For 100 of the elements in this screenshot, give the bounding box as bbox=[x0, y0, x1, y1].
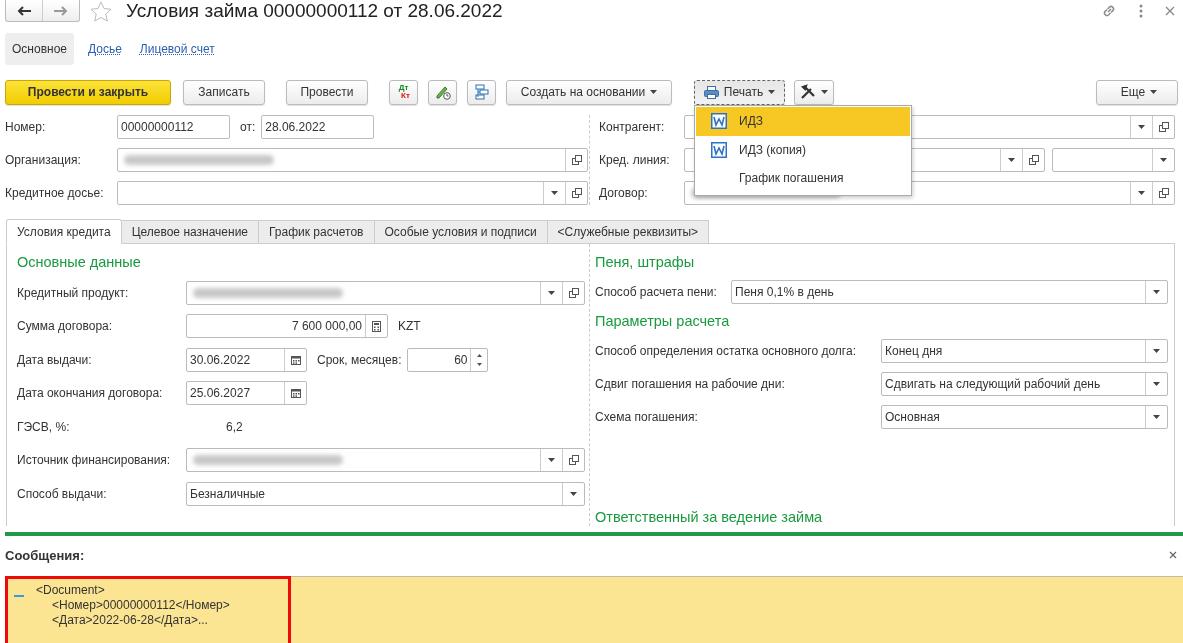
input-field[interactable]: Основная bbox=[881, 405, 1168, 429]
open-icon bbox=[1158, 122, 1169, 132]
caret-icon bbox=[1153, 415, 1160, 419]
field-label: Номер: bbox=[5, 120, 47, 134]
message-line: <Номер>00000000112</Номер> bbox=[51, 598, 230, 613]
menu-item[interactable]: График погашения bbox=[695, 164, 911, 192]
caret-icon bbox=[650, 90, 658, 94]
toolbar-button[interactable]: Провести bbox=[286, 79, 368, 105]
up-down-icon bbox=[477, 352, 482, 367]
currency-label: KZT bbox=[398, 319, 421, 333]
calculator-icon bbox=[372, 320, 381, 332]
post-and-close-button[interactable]: Провести и закрыть bbox=[5, 79, 171, 105]
calendar-icon bbox=[290, 388, 301, 398]
field-label: Кред. линия: bbox=[599, 153, 671, 167]
messages-title: Сообщения: bbox=[5, 547, 85, 563]
input-field[interactable] bbox=[117, 148, 588, 172]
menu-item[interactable]: ИДЗ (копия) bbox=[695, 135, 911, 165]
field-label: Кредитное досье: bbox=[5, 186, 105, 200]
message-line: <Дата>2022-06-28</Дата>... bbox=[51, 613, 209, 628]
close-icon[interactable] bbox=[1169, 551, 1177, 559]
input-field[interactable] bbox=[117, 181, 588, 205]
tab[interactable]: <Служебные реквизиты> bbox=[547, 220, 710, 244]
caret-icon bbox=[548, 458, 555, 462]
debit-credit-button[interactable]: Дт Кт bbox=[389, 79, 418, 105]
toolbar-button[interactable]: Записать bbox=[183, 79, 265, 105]
section-tab[interactable]: Лицевой счет bbox=[139, 33, 215, 65]
field-label: Кредитный продукт: bbox=[17, 285, 130, 300]
tab[interactable]: Особые условия и подписи bbox=[374, 220, 548, 244]
caret-icon bbox=[821, 90, 828, 94]
field-label: Контрагент: bbox=[599, 120, 666, 134]
field-label: Сдвиг погашения на рабочие дни: bbox=[595, 377, 786, 391]
link-icon[interactable] bbox=[1101, 3, 1117, 19]
tools-button[interactable] bbox=[794, 79, 834, 105]
caret-icon bbox=[1153, 290, 1160, 294]
printer-icon bbox=[703, 85, 719, 99]
print-button[interactable]: Печать bbox=[694, 79, 785, 105]
tab[interactable]: График расчетов bbox=[259, 220, 375, 244]
input-field[interactable]: Безналичные bbox=[186, 481, 585, 506]
input-field[interactable]: 25.06.2027 bbox=[186, 381, 307, 405]
input-field[interactable]: Пеня 0,1% в день bbox=[731, 280, 1168, 304]
field-label: Способ расчета пени: bbox=[595, 285, 718, 299]
input-field[interactable]: Сдвигать на следующий рабочий день bbox=[881, 372, 1168, 396]
open-icon bbox=[1158, 188, 1169, 198]
caret-icon bbox=[1138, 191, 1145, 195]
input-field[interactable]: 28.06.2022 bbox=[261, 115, 375, 139]
window-title: Условия займа 00000000112 от 28.06.2022 bbox=[126, 0, 503, 22]
input-field[interactable]: 00000000112 bbox=[117, 115, 230, 139]
open-icon bbox=[571, 155, 582, 165]
input-field[interactable] bbox=[186, 448, 585, 472]
field-label: от: bbox=[240, 120, 256, 134]
caret-icon bbox=[1153, 382, 1160, 386]
more-button[interactable]: Еще bbox=[1096, 79, 1178, 105]
caret-icon bbox=[768, 90, 776, 94]
create-based-on-button[interactable]: Создать на основании bbox=[506, 79, 672, 105]
more-icon[interactable] bbox=[1139, 4, 1143, 18]
field-label: Дата окончания договора: bbox=[17, 386, 164, 400]
group-heading: Основные данные bbox=[17, 254, 142, 271]
caret-icon bbox=[1138, 125, 1145, 129]
caret-icon bbox=[1008, 158, 1015, 162]
group-heading: Ответственный за ведение займа bbox=[595, 509, 824, 526]
field-label: Срок, месяцев: bbox=[317, 352, 402, 367]
caret-icon bbox=[1150, 90, 1158, 94]
input-field[interactable]: 7 600 000,00 bbox=[186, 314, 388, 338]
field-label: Договор: bbox=[599, 186, 649, 200]
field-label: Организация: bbox=[5, 153, 82, 167]
caret-icon bbox=[570, 491, 577, 496]
back-arrow-icon bbox=[17, 5, 31, 16]
history-button[interactable] bbox=[428, 79, 457, 105]
section-tab[interactable]: Досье bbox=[88, 33, 122, 65]
input-field[interactable]: Конец дня bbox=[881, 339, 1168, 363]
tab[interactable]: Условия кредита bbox=[6, 219, 122, 244]
open-icon bbox=[1028, 155, 1039, 165]
structure-button[interactable] bbox=[467, 79, 496, 105]
input-field[interactable]: 30.06.2022 bbox=[186, 347, 307, 372]
field-value: 6,2 bbox=[226, 419, 243, 434]
word-document-icon bbox=[711, 142, 727, 158]
close-icon[interactable] bbox=[1165, 6, 1175, 16]
field-label: ГЭСВ, %: bbox=[17, 419, 71, 434]
caret-icon bbox=[1160, 158, 1167, 162]
field-label: Способ определения остатка основного долга: bbox=[595, 344, 857, 358]
input-field[interactable] bbox=[186, 280, 585, 305]
message-line: <Document> bbox=[36, 583, 106, 598]
caret-icon bbox=[1153, 349, 1160, 353]
minus-icon bbox=[14, 595, 24, 598]
pencil-clock-icon bbox=[434, 84, 451, 100]
input-field[interactable]: 60 bbox=[407, 347, 489, 372]
group-heading: Пеня, штрафы bbox=[595, 254, 696, 271]
open-icon bbox=[568, 287, 579, 298]
input-field[interactable] bbox=[1052, 148, 1175, 172]
star-icon[interactable] bbox=[90, 0, 112, 22]
group-heading: Параметры расчета bbox=[595, 313, 731, 330]
menu-item[interactable]: ИДЗ bbox=[696, 106, 910, 136]
tab[interactable]: Целевое назначение bbox=[121, 220, 259, 244]
hierarchy-icon bbox=[474, 84, 489, 100]
open-icon bbox=[568, 455, 579, 465]
field-label: Источник финансирования: bbox=[17, 453, 172, 467]
forward-arrow-icon bbox=[54, 5, 68, 16]
field-label: Сумма договора: bbox=[17, 319, 114, 333]
word-document-icon bbox=[711, 113, 727, 129]
section-tab[interactable]: Основное bbox=[5, 33, 74, 65]
